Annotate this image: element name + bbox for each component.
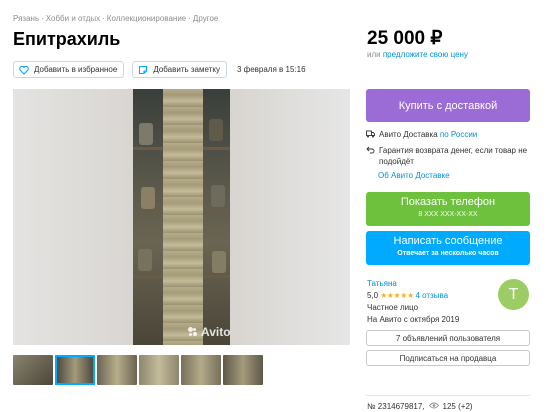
avito-watermark: Avito <box>188 325 231 339</box>
thumbnail[interactable] <box>13 355 53 385</box>
thumbnail[interactable] <box>223 355 263 385</box>
offer-price-link[interactable]: предложите свою цену <box>383 50 468 59</box>
listing-meta: № 2314679817, 125 (+2) <box>367 402 473 411</box>
breadcrumb-item-hobby[interactable]: Хобби и отдых <box>46 14 100 23</box>
write-message-button[interactable]: Написать сообщение Отвечает за несколько… <box>366 231 530 265</box>
listing-actions: Добавить в избранное Добавить заметку 3 … <box>13 61 306 78</box>
rating-stars-icon: ★★★★★ <box>380 291 414 300</box>
seller-ads-button[interactable]: 7 объявлений пользователя <box>366 330 530 346</box>
divider <box>366 395 530 396</box>
price-offer-note: или предложите свою цену <box>367 50 468 59</box>
listing-photo <box>133 89 230 345</box>
view-count: 125 (+2) <box>442 402 473 411</box>
thumbnail-selected[interactable] <box>55 355 95 385</box>
photo-blur-left <box>13 89 133 345</box>
heart-icon <box>19 65 29 75</box>
buy-with-delivery-button[interactable]: Купить с доставкой <box>366 89 530 122</box>
seller-reviews-link[interactable]: 4 отзыва <box>415 291 448 300</box>
about-avito-delivery-link[interactable]: Об Авито Доставке <box>378 171 450 180</box>
main-photo[interactable]: Avito <box>13 89 350 345</box>
return-arrow-icon <box>366 146 375 154</box>
avito-logo-icon <box>188 327 198 337</box>
add-note-button[interactable]: Добавить заметку <box>132 61 227 78</box>
breadcrumb-item-other[interactable]: Другое <box>193 14 218 23</box>
seller-since: На Авито с октября 2019 <box>367 315 460 324</box>
delivery-russia-link[interactable]: по России <box>440 130 477 139</box>
response-time-text: Отвечает за несколько часов <box>397 250 499 257</box>
breadcrumb-item-city[interactable]: Рязань <box>13 14 39 23</box>
price: 25 000 ₽ <box>367 28 443 49</box>
seller-name-link[interactable]: Татьяна <box>367 279 397 288</box>
write-message-label: Написать сообщение <box>393 235 503 247</box>
thumbnail[interactable] <box>181 355 221 385</box>
breadcrumb-separator: · <box>188 14 191 23</box>
seller-rating: 5,0 <box>367 291 379 300</box>
refund-guarantee-text: Гарантия возврата денег, если товар не п… <box>379 146 528 166</box>
seller-type: Частное лицо <box>367 303 419 312</box>
truck-icon <box>366 130 375 138</box>
seller-avatar[interactable]: Т <box>498 279 529 310</box>
photo-blur-right <box>230 89 350 345</box>
thumbnail[interactable] <box>139 355 179 385</box>
add-note-label: Добавить заметку <box>153 65 220 74</box>
add-to-favorites-label: Добавить в избранное <box>34 65 118 74</box>
breadcrumb-item-collecting[interactable]: Коллекционирование <box>107 14 186 23</box>
breadcrumb: Рязань · Хобби и отдых · Коллекционирование ·… <box>13 14 218 23</box>
add-to-favorites-button[interactable]: Добавить в избранное <box>13 61 125 78</box>
stole-image <box>163 89 203 345</box>
show-phone-label: Показать телефон <box>400 196 496 208</box>
note-icon <box>138 65 148 75</box>
photo-thumbnails <box>13 355 263 385</box>
ad-number: № 2314679817, <box>367 402 425 411</box>
avito-delivery-label: Авито Доставка <box>379 130 438 139</box>
page-title: Епитрахиль <box>13 29 121 49</box>
thumbnail[interactable] <box>97 355 137 385</box>
eye-icon <box>428 402 439 411</box>
delivery-info: Авито Доставка по России Гарантия возвра… <box>366 129 530 180</box>
subscribe-seller-button[interactable]: Подписаться на продавца <box>366 350 530 366</box>
breadcrumb-separator: · <box>41 14 44 23</box>
show-phone-button[interactable]: Показать телефон 8 XXX XXX-XX-XX <box>366 192 530 226</box>
seller-info: Татьяна 5,0 ★★★★★ 4 отзыва Частное лицо На… <box>367 278 459 325</box>
breadcrumb-separator: · <box>102 14 105 23</box>
publish-date: 3 февраля в 15:16 <box>236 65 306 74</box>
masked-phone-number: 8 XXX XXX-XX-XX <box>418 211 478 218</box>
